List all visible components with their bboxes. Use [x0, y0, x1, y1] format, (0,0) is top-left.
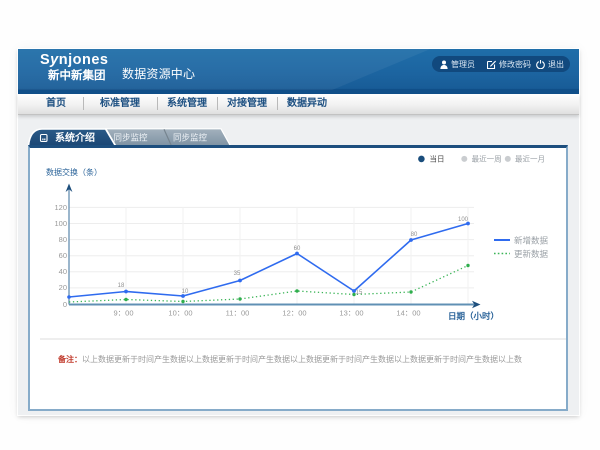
svg-text:日期（小时）: 日期（小时）: [448, 311, 499, 321]
svg-text:同步监控: 同步监控: [113, 132, 148, 142]
svg-text:100: 100: [54, 219, 67, 228]
svg-text:系统介绍: 系统介绍: [55, 131, 95, 144]
svg-text:120: 120: [54, 203, 67, 212]
svg-text:35: 35: [234, 271, 241, 277]
svg-text:更新数据: 更新数据: [514, 249, 549, 259]
svg-text:同步监控: 同步监控: [173, 132, 208, 142]
svg-text:12：00: 12：00: [282, 309, 306, 318]
svg-text:20: 20: [59, 283, 67, 292]
svg-text:80: 80: [411, 232, 418, 238]
svg-text:13：00: 13：00: [339, 309, 363, 318]
svg-text:100: 100: [458, 217, 469, 223]
svg-text:80: 80: [59, 235, 67, 244]
svg-text:60: 60: [59, 251, 67, 260]
svg-text:18: 18: [118, 283, 125, 289]
svg-text:数据交换（条）: 数据交换（条）: [46, 167, 102, 177]
svg-text:新增数据: 新增数据: [514, 236, 549, 246]
svg-text:0: 0: [63, 300, 67, 309]
svg-text:14：00: 14：00: [396, 309, 420, 318]
svg-text:最近一月: 最近一月: [515, 154, 545, 164]
svg-text:最近一周: 最近一周: [472, 154, 502, 164]
svg-text:10: 10: [182, 289, 189, 295]
svg-text:当日: 当日: [430, 154, 445, 164]
svg-text:10：00: 10：00: [168, 309, 192, 318]
svg-text:60: 60: [294, 246, 301, 252]
svg-text:9：00: 9：00: [113, 309, 133, 318]
svg-text:11：00: 11：00: [226, 309, 250, 318]
svg-text:15: 15: [356, 290, 363, 296]
svg-text:40: 40: [59, 267, 67, 276]
